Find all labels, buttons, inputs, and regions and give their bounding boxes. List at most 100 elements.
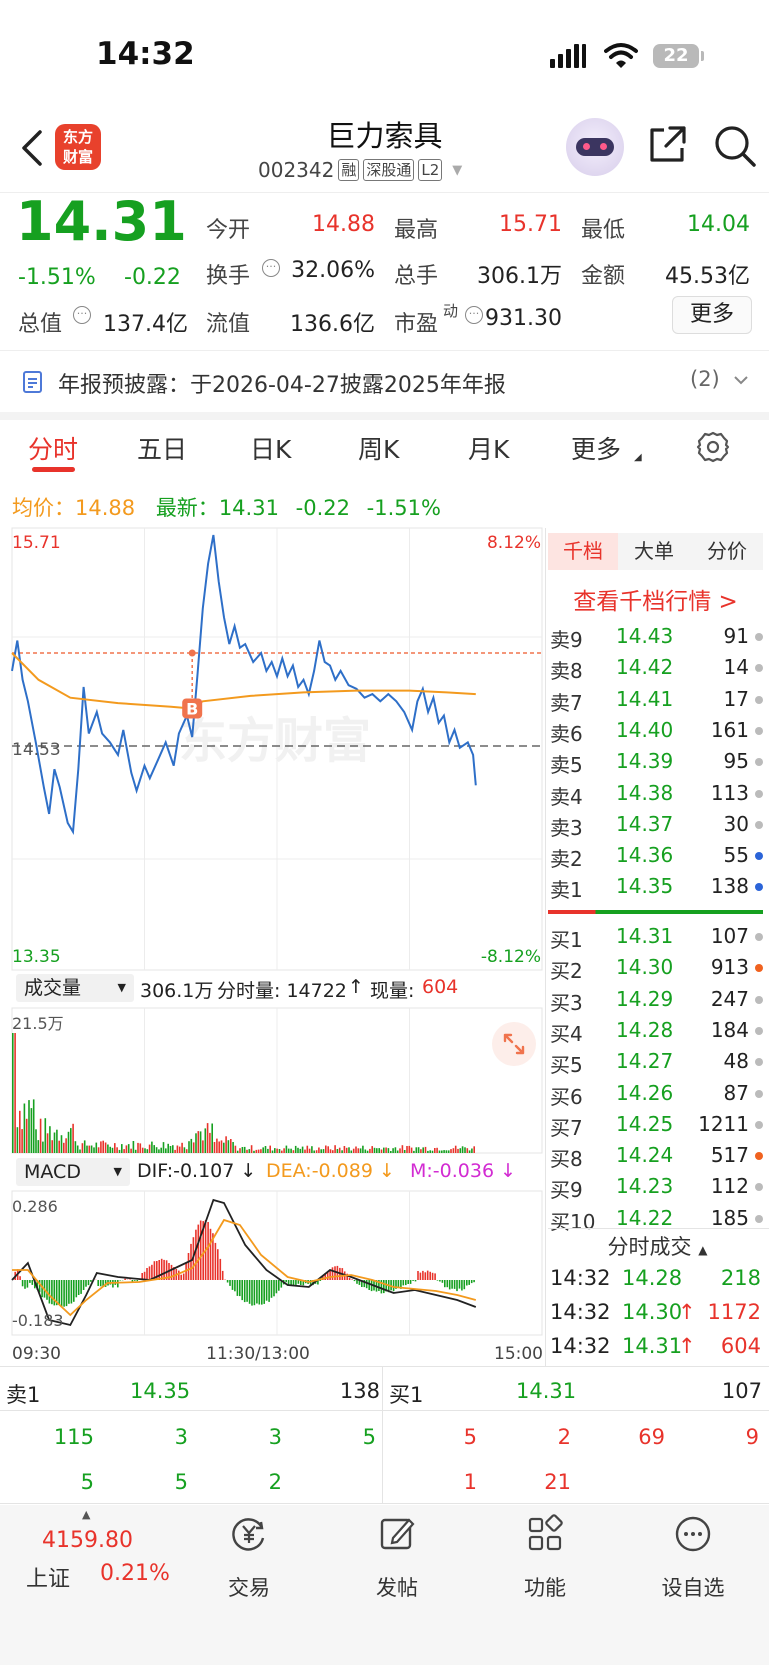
volume-bar <box>311 1146 313 1153</box>
macd-selector[interactable]: MACD ▼ <box>16 1158 130 1186</box>
sell-order-row[interactable]: 卖3 14.37 30 <box>550 810 765 841</box>
buy-queue-item: 5 <box>463 1425 477 1449</box>
pe-info-icon[interactable]: ··· <box>465 306 483 324</box>
volume-bar <box>132 1141 135 1153</box>
buy-order-row[interactable]: 买7 14.25 1211 <box>550 1110 765 1141</box>
buy-level-label: 买4 <box>550 1021 583 1046</box>
notice-count: (2) <box>690 367 720 391</box>
ai-assistant-avatar[interactable] <box>566 118 624 176</box>
volume-bar <box>466 1148 469 1153</box>
volume-bar <box>107 1144 109 1153</box>
buy-order-row[interactable]: 买6 14.26 87 <box>550 1079 765 1110</box>
macd-histogram-bar <box>251 1280 253 1306</box>
volume-max-label: 21.5万 <box>12 1014 64 1033</box>
nav-add-watchlist[interactable]: 设自选 <box>638 1514 748 1602</box>
intraday-chart[interactable]: 东方财富 B 15.71 8.12% 14.53 13.35 -8.12% 21… <box>0 525 548 1365</box>
tab-more[interactable]: 更多 <box>571 430 621 466</box>
expand-button[interactable] <box>492 1022 536 1066</box>
sell-order-row[interactable]: 卖7 14.41 17 <box>550 685 765 716</box>
macd-histogram-bar <box>434 1273 436 1280</box>
macd-histogram-bar <box>365 1280 368 1289</box>
price-line <box>11 534 477 835</box>
nav-trade[interactable]: 交易 <box>194 1514 304 1602</box>
volume-bar <box>260 1149 262 1153</box>
volume-bar <box>111 1147 114 1153</box>
buy-level-volume: 517 <box>710 1143 749 1168</box>
macd-histogram-bar <box>241 1280 243 1301</box>
buy-order-row[interactable]: 买3 14.29 247 <box>550 985 765 1016</box>
mktcap-info-icon[interactable]: ··· <box>73 306 91 324</box>
trade-volume: 604 <box>720 1334 761 1358</box>
tab-daily-k[interactable]: 日K <box>250 430 291 466</box>
index-ticker[interactable]: ▲ 4159.80 上证 0.21% <box>22 1508 172 1592</box>
nav-functions[interactable]: 功能 <box>490 1514 600 1602</box>
volume-bar <box>49 1126 51 1153</box>
avg-price-label: 均价： <box>12 496 75 520</box>
sell-order-row[interactable]: 卖8 14.42 14 <box>550 653 765 684</box>
volume-bar <box>130 1148 132 1153</box>
macd-histogram-bar <box>261 1280 263 1305</box>
macd-histogram-bar <box>87 1280 90 1286</box>
volume-bar <box>413 1150 415 1153</box>
macd-histogram-bar <box>448 1280 451 1290</box>
volume-bar <box>308 1148 311 1153</box>
macd-histogram-bar <box>48 1280 51 1304</box>
trades-title[interactable]: 分时成交 ▲ <box>550 1231 765 1261</box>
mktcap-value: 137.4亿 <box>103 312 188 337</box>
volume-bar <box>160 1147 162 1153</box>
buy-order-row[interactable]: 买8 14.24 517 <box>550 1141 765 1172</box>
sell-order-row[interactable]: 卖6 14.40 161 <box>550 716 765 747</box>
tab-weekly-k[interactable]: 周K <box>358 430 399 466</box>
sell-queue-item: 2 <box>268 1470 282 1494</box>
settings-gear-icon[interactable] <box>696 430 730 464</box>
buy-order-row[interactable]: 买2 14.30 913 <box>550 953 765 984</box>
tab-five-day[interactable]: 五日 <box>137 430 187 466</box>
volume-bar <box>334 1145 336 1153</box>
buy-order-row[interactable]: 买1 14.31 107 <box>550 922 765 953</box>
sell-queue-item: 5 <box>362 1425 376 1449</box>
turnover-info-icon[interactable]: ··· <box>262 259 280 277</box>
sell-order-row[interactable]: 卖2 14.36 55 <box>550 841 765 872</box>
volume-bar <box>88 1145 91 1153</box>
buy-level-label: 买7 <box>550 1115 583 1140</box>
tab-price-distribution[interactable]: 分价 <box>707 533 747 570</box>
m-value: M:-0.036 ↓ <box>410 1160 517 1182</box>
sell-queue-item: 3 <box>174 1425 188 1449</box>
macd-histogram-bar <box>131 1280 134 1282</box>
macd-dif-line <box>11 1198 477 1327</box>
volume-bar <box>209 1132 211 1153</box>
volume-bar <box>380 1149 383 1153</box>
buy-order-row[interactable]: 买5 14.27 48 <box>550 1047 765 1078</box>
sell-order-row[interactable]: 卖1 14.35 138 <box>550 872 765 903</box>
nav-post[interactable]: 发帖 <box>342 1514 452 1602</box>
tab-large-orders[interactable]: 大单 <box>634 533 674 570</box>
volume-bar <box>406 1146 408 1153</box>
trade-arrow: ↑ <box>678 1300 696 1324</box>
buy-order-row[interactable]: 买4 14.28 184 <box>550 1016 765 1047</box>
buy-order-row[interactable]: 买9 14.23 112 <box>550 1172 765 1203</box>
share-icon[interactable] <box>646 124 688 166</box>
volume-bar <box>457 1148 459 1153</box>
tab-monthly-k[interactable]: 月K <box>468 430 509 466</box>
buy-queue-item: 2 <box>557 1425 571 1449</box>
stock-code-row[interactable]: 002342 融 深股通 L2 ▼ <box>258 158 462 182</box>
sell-order-row[interactable]: 卖5 14.39 95 <box>550 747 765 778</box>
trade-volume: 1172 <box>707 1300 761 1324</box>
tab-order-depth[interactable]: 千档 <box>548 533 618 570</box>
volume-bar <box>329 1149 332 1153</box>
buy-queue-item: 9 <box>745 1425 759 1449</box>
sell-order-row[interactable]: 卖4 14.38 113 <box>550 779 765 810</box>
time-start-label: 09:30 <box>12 1344 61 1364</box>
chevron-down-icon[interactable] <box>732 373 750 387</box>
volume-bar <box>394 1147 397 1153</box>
sell-order-row[interactable]: 卖9 14.43 91 <box>550 622 765 653</box>
search-icon[interactable] <box>713 124 757 168</box>
volume-bar <box>292 1150 295 1153</box>
macd-histogram-bar <box>461 1280 463 1291</box>
volume-bar <box>241 1147 244 1153</box>
view-depth-link[interactable]: 查看千档行情 > <box>548 582 763 616</box>
more-button[interactable]: 更多 <box>672 296 752 334</box>
volume-selector[interactable]: 成交量 ▼ <box>16 974 134 1002</box>
macd-histogram-bar <box>453 1280 456 1289</box>
tab-intraday[interactable]: 分时 <box>28 430 78 466</box>
